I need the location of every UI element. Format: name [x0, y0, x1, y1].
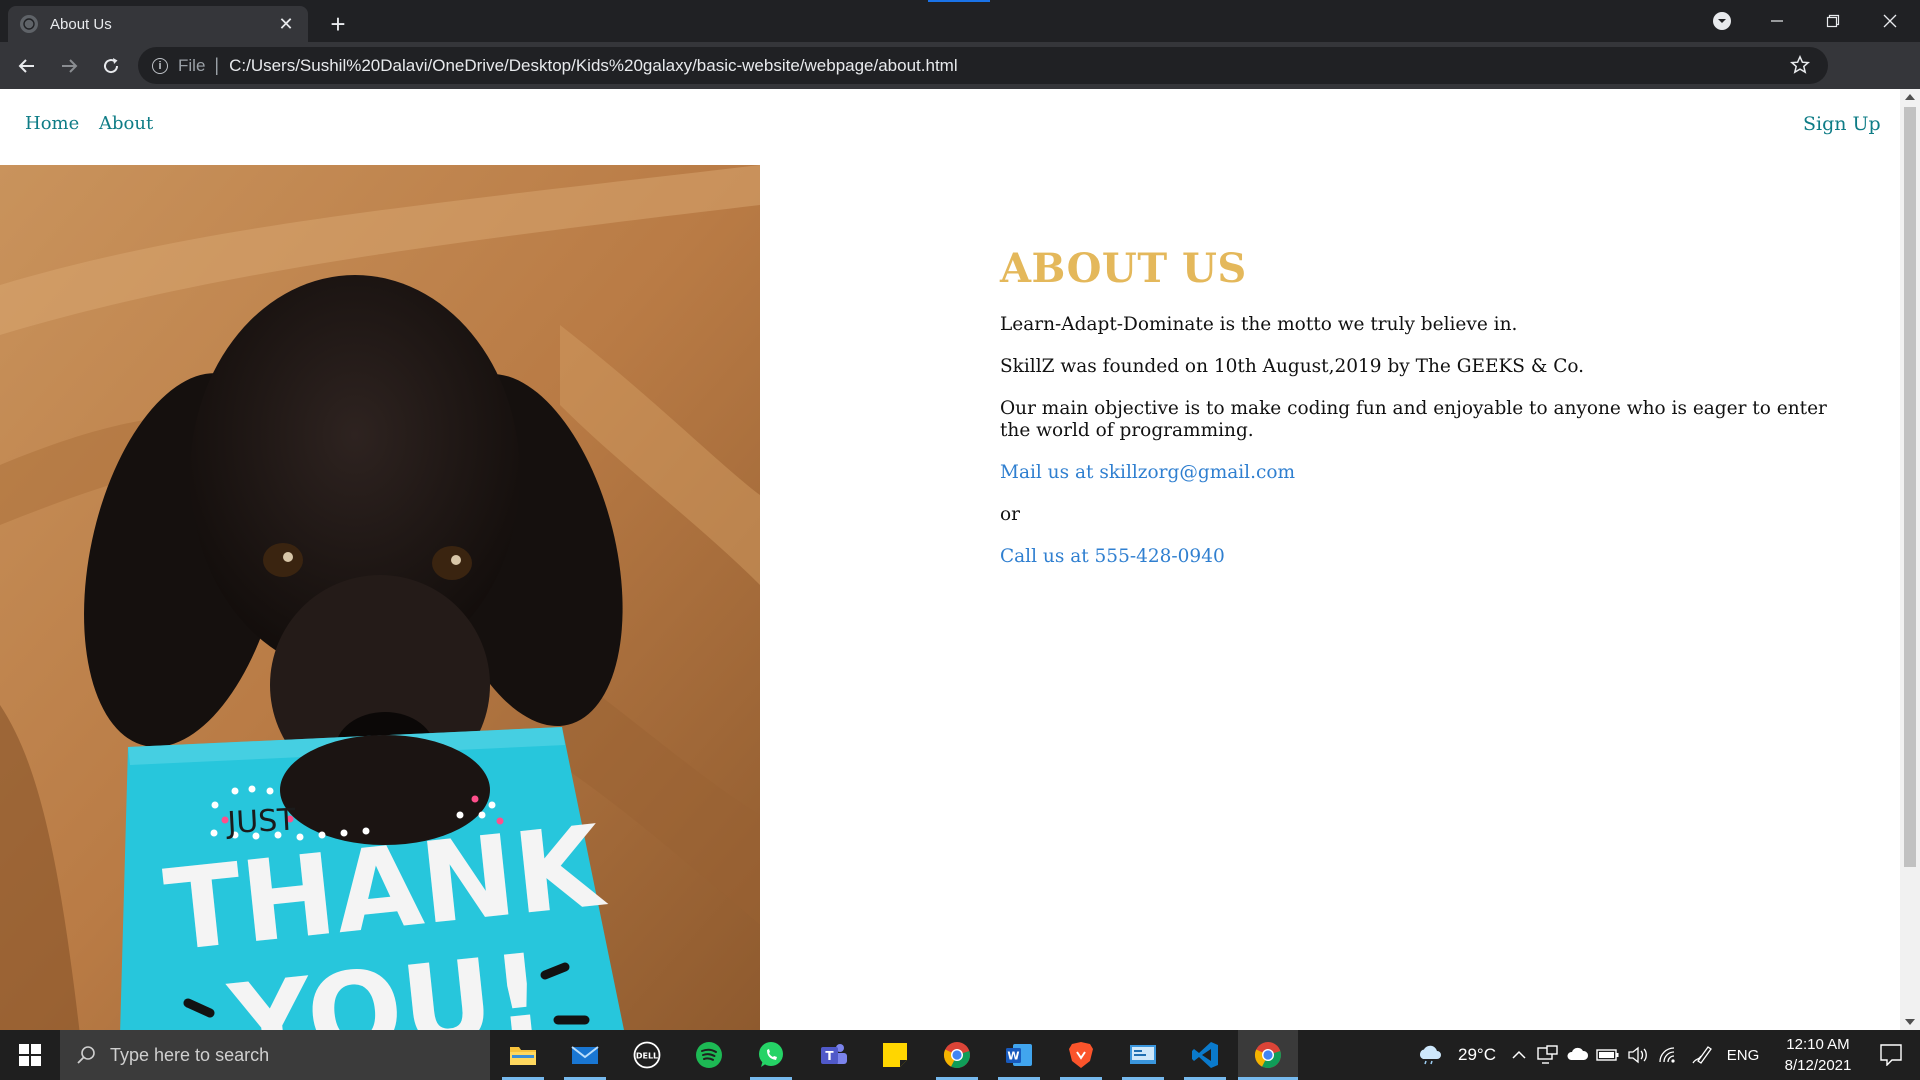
windows-logo-icon	[19, 1044, 41, 1066]
svg-text:DELL: DELL	[636, 1052, 658, 1061]
brave-app[interactable]	[1052, 1030, 1110, 1080]
chrome-icon	[943, 1042, 970, 1069]
globe-icon	[20, 15, 38, 33]
nav-link-sign-up[interactable]: Sign Up	[1803, 113, 1881, 135]
wifi-icon[interactable]	[1654, 1030, 1682, 1080]
folder-icon	[510, 1047, 536, 1065]
restore-icon	[1826, 14, 1840, 28]
motto-text: Learn-Adapt-Dominate is the motto we tru…	[1000, 314, 1518, 335]
clock-date: 8/12/2021	[1784, 1057, 1852, 1074]
close-tab-icon[interactable]: ✕	[276, 14, 296, 34]
chrome-active-window[interactable]	[1238, 1030, 1298, 1080]
address-bar[interactable]: i File | C:/Users/Sushil%20Dalavi/OneDri…	[138, 47, 1828, 84]
browser-tab-about-us[interactable]: About Us ✕	[8, 6, 308, 42]
svg-text:W: W	[1007, 1050, 1019, 1063]
teams-icon: T	[821, 1044, 847, 1064]
control-panel-icon	[1130, 1045, 1156, 1064]
or-text: or	[1000, 504, 1020, 525]
scroll-up-arrow-icon[interactable]	[1905, 94, 1915, 100]
minimize-button[interactable]	[1752, 0, 1802, 42]
file-explorer-app[interactable]	[494, 1030, 552, 1080]
sticky-note-icon	[883, 1043, 907, 1067]
dell-app[interactable]: DELL	[618, 1030, 676, 1080]
notifications-button[interactable]	[1868, 1030, 1914, 1080]
weather-widget[interactable]	[1410, 1030, 1450, 1080]
show-hidden-icons-chevron-up-icon[interactable]	[1506, 1030, 1532, 1080]
founded-text: SkillZ was founded on 10th August,2019 b…	[1000, 356, 1585, 377]
sticky-notes-app[interactable]	[866, 1030, 924, 1080]
brave-lion-icon	[1069, 1042, 1093, 1068]
vscode-app[interactable]	[1176, 1030, 1234, 1080]
clock[interactable]: 12:10 AM 8/12/2021	[1768, 1034, 1868, 1076]
scroll-down-arrow-icon[interactable]	[1905, 1019, 1915, 1025]
forward-button[interactable]	[52, 49, 86, 83]
volume-icon[interactable]	[1624, 1030, 1652, 1080]
browser-toolbar: i File | C:/Users/Sushil%20Dalavi/OneDri…	[0, 42, 1920, 117]
input-language[interactable]: ENG	[1722, 1030, 1764, 1080]
arrow-right-icon	[62, 58, 78, 73]
web-page: Home About Sign Up JUST THANK YOU! ABOUT…	[0, 89, 1900, 1030]
reload-button[interactable]	[94, 49, 128, 83]
mail-app[interactable]	[556, 1030, 614, 1080]
bookmark-star-icon[interactable]	[1790, 55, 1810, 75]
close-window-button[interactable]	[1864, 0, 1916, 42]
battery-icon[interactable]	[1594, 1030, 1622, 1080]
mail-link[interactable]: Mail us at skillzorg@gmail.com	[1000, 462, 1295, 483]
window-accent	[928, 0, 990, 2]
cloud-rain-icon	[1419, 1045, 1441, 1065]
spotify-icon	[696, 1042, 722, 1068]
about-heading: ABOUT US	[1000, 245, 1247, 292]
objective-text: Our main objective is to make coding fun…	[1000, 398, 1827, 441]
scheme-separator: |	[214, 55, 220, 75]
tab-search-button[interactable]	[1706, 0, 1738, 42]
whatsapp-app[interactable]	[742, 1030, 800, 1080]
control-panel-app[interactable]	[1114, 1030, 1172, 1080]
spotify-app[interactable]	[680, 1030, 738, 1080]
nav-link-about[interactable]: About	[99, 113, 153, 134]
back-button[interactable]	[10, 49, 44, 83]
restore-button[interactable]	[1808, 0, 1858, 42]
search-icon	[77, 1046, 95, 1064]
whatsapp-icon	[759, 1042, 783, 1067]
clock-time: 12:10 AM	[1786, 1036, 1850, 1053]
taskbar-search-box[interactable]: Type here to search	[60, 1030, 490, 1080]
browser-tab-strip: About Us ✕ +	[0, 0, 1920, 42]
svg-text:T: T	[825, 1049, 834, 1063]
chrome-icon	[1254, 1042, 1281, 1069]
vscode-icon	[1192, 1042, 1218, 1068]
display-settings-icon[interactable]	[1534, 1030, 1562, 1080]
chrome-app[interactable]	[928, 1030, 986, 1080]
pen-workspace-icon[interactable]	[1686, 1030, 1716, 1080]
reload-icon	[104, 57, 119, 73]
windows-taskbar: Type here to search DELL T W 29°C ENG 12…	[0, 1030, 1920, 1080]
page-scrollbar[interactable]	[1900, 89, 1920, 1030]
close-icon	[1883, 14, 1897, 28]
site-navbar: Home About Sign Up	[0, 89, 1900, 165]
dell-icon: DELL	[633, 1041, 661, 1069]
new-tab-button[interactable]: +	[322, 8, 354, 40]
dog-thank-you-photo: JUST THANK YOU!	[0, 165, 760, 1030]
onedrive-icon[interactable]	[1564, 1030, 1592, 1080]
search-placeholder: Type here to search	[110, 1044, 270, 1065]
word-app[interactable]: W	[990, 1030, 1048, 1080]
notification-icon	[1880, 1044, 1902, 1066]
chevron-down-circle-icon	[1713, 12, 1731, 30]
minimize-icon	[1771, 20, 1783, 22]
mail-icon	[571, 1046, 599, 1064]
call-link[interactable]: Call us at 555-428-0940	[1000, 546, 1225, 567]
about-section: ABOUT US Learn-Adapt-Dominate is the mot…	[1000, 245, 1830, 588]
scheme-label: File	[178, 55, 206, 75]
teams-app[interactable]: T	[804, 1030, 862, 1080]
arrow-left-icon	[18, 58, 34, 73]
info-icon[interactable]: i	[152, 57, 168, 74]
nav-link-home[interactable]: Home	[25, 113, 79, 134]
tab-title: About Us	[50, 15, 112, 33]
word-icon: W	[1006, 1044, 1032, 1066]
start-button[interactable]	[0, 1030, 60, 1080]
dog-photo-illustration: JUST THANK YOU!	[0, 165, 760, 1030]
weather-temperature[interactable]: 29°C	[1452, 1030, 1502, 1080]
scrollbar-thumb[interactable]	[1904, 107, 1916, 867]
url-text: C:/Users/Sushil%20Dalavi/OneDrive/Deskto…	[229, 55, 958, 75]
